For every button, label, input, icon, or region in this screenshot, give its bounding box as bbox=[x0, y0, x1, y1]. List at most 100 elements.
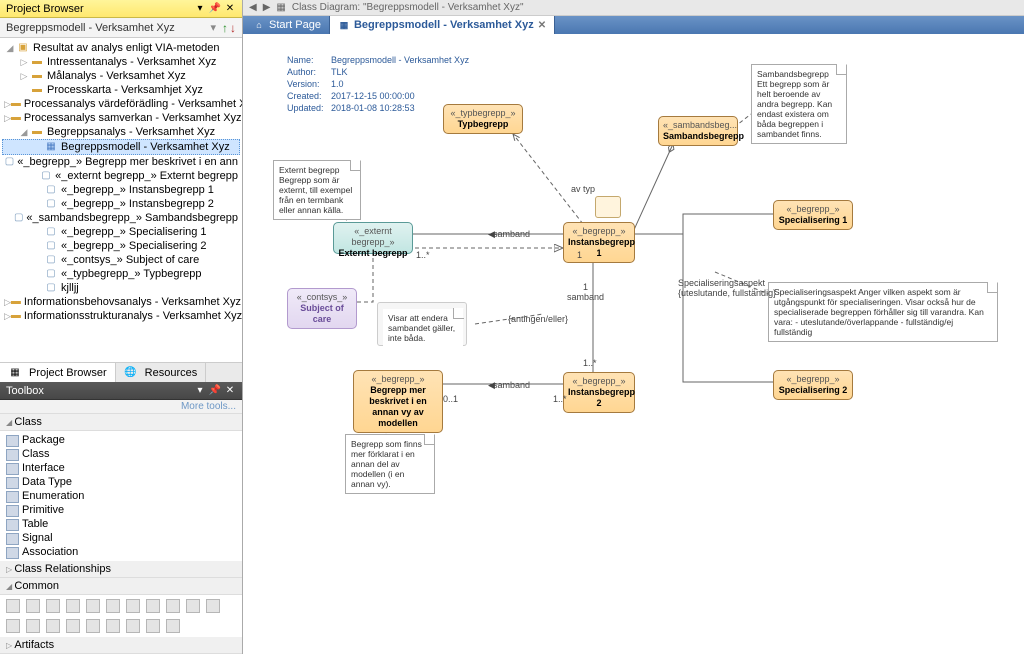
uml-specialisering-1[interactable]: «_begrepp_» Specialisering 1 bbox=[773, 200, 853, 230]
common-tool-icon[interactable] bbox=[86, 619, 100, 633]
label-samband2: samband bbox=[493, 380, 530, 390]
tree-item[interactable]: ▢«_contsys_» Subject of care bbox=[2, 253, 240, 267]
more-tools-link[interactable]: More tools... bbox=[0, 400, 242, 414]
toolbox-item-signal[interactable]: Signal bbox=[0, 531, 242, 545]
diagram-canvas[interactable]: Name:Begreppsmodell - Verksamhet Xyz Aut… bbox=[243, 34, 1024, 654]
common-tool-icon[interactable] bbox=[166, 599, 180, 613]
tree-item[interactable]: ▦Begreppsmodell - Verksamhet Xyz bbox=[2, 139, 240, 155]
toolbox-item-data-type[interactable]: Data Type bbox=[0, 475, 242, 489]
tree-root[interactable]: ◢▣ Resultat av analys enligt VIA-metoden bbox=[2, 41, 240, 55]
tree-item[interactable]: ▷▬Intressentanalys - Verksamhet Xyz bbox=[2, 55, 240, 69]
common-tool-icon[interactable] bbox=[86, 599, 100, 613]
nav-right-icon[interactable]: ▶ bbox=[263, 2, 271, 13]
toolbox-item-interface[interactable]: Interface bbox=[0, 461, 242, 475]
common-tool-icon[interactable] bbox=[46, 599, 60, 613]
uml-externt-begrepp[interactable]: «_externt begrepp_» Externt begrepp bbox=[333, 222, 413, 254]
toolbox-item-association[interactable]: Association bbox=[0, 545, 242, 559]
diag-icon: ▦ bbox=[44, 141, 58, 153]
note-begrepp-mer[interactable]: Begrepp som finns mer förklarat i en ann… bbox=[345, 434, 435, 494]
tree-item[interactable]: ▢«_sambandsbegrepp_» Sambandsbegrepp bbox=[2, 211, 240, 225]
tab-resources[interactable]: 🌐 Resources bbox=[116, 363, 207, 382]
common-tool-icon[interactable] bbox=[46, 619, 60, 633]
toolbox-group-class[interactable]: Class bbox=[0, 414, 242, 431]
common-tool-icon[interactable] bbox=[106, 619, 120, 633]
common-tool-icon[interactable] bbox=[146, 619, 160, 633]
qualifier-avtyp[interactable] bbox=[595, 196, 621, 218]
uml-subject-of-care[interactable]: «_contsys_» Subject of care bbox=[287, 288, 357, 329]
tree-item[interactable]: ▷▬Målanalys - Verksamhet Xyz bbox=[2, 69, 240, 83]
tree-item[interactable]: ▢«_typbegrepp_» Typbegrepp bbox=[2, 267, 240, 281]
tree-item[interactable]: ▢«_begrepp_» Specialisering 1 bbox=[2, 225, 240, 239]
common-tool-icon[interactable] bbox=[126, 599, 140, 613]
uml-specialisering-2[interactable]: «_begrepp_» Specialisering 2 bbox=[773, 370, 853, 400]
common-tool-icon[interactable] bbox=[186, 599, 200, 613]
tree-item-label: Begreppsanalys - Verksamhet Xyz bbox=[47, 125, 215, 139]
pin-icon[interactable]: 📌 bbox=[209, 3, 221, 15]
tree-item[interactable]: ▢«_begrepp_» Instansbegrepp 2 bbox=[2, 197, 240, 211]
toolbox-item-primitive[interactable]: Primitive bbox=[0, 503, 242, 517]
tab-start-page[interactable]: ⌂ Start Page bbox=[245, 16, 330, 34]
dropdown-icon[interactable]: ▾ bbox=[194, 3, 206, 15]
browser-toolbar: Begreppsmodell - Verksamhet Xyz ▾ ↑ ↓ bbox=[0, 18, 242, 38]
nav-left-icon[interactable]: ◀ bbox=[249, 2, 257, 13]
toolbox-group-common[interactable]: Common bbox=[0, 578, 242, 595]
tree-item[interactable]: ▷▬Processanalys samverkan - Verksamhet X… bbox=[2, 111, 240, 125]
toolbox-item-class[interactable]: Class bbox=[0, 447, 242, 461]
note-externt[interactable]: Externt begrepp Begrepp som är externt, … bbox=[273, 160, 361, 220]
common-tool-icon[interactable] bbox=[26, 599, 40, 613]
common-tool-icon[interactable] bbox=[206, 599, 220, 613]
uml-sambandsbegrepp[interactable]: «_sambandsbeg... Sambandsbegrepp bbox=[658, 116, 738, 146]
common-tool-icon[interactable] bbox=[106, 599, 120, 613]
tab-close-icon[interactable]: ✕ bbox=[538, 20, 546, 31]
tree-item[interactable]: ▷▬Informationsbehovsanalys - Verksamhet … bbox=[2, 295, 240, 309]
note-endera[interactable]: Visar att endera sambandet gäller, inte … bbox=[383, 309, 463, 347]
close-icon[interactable]: ✕ bbox=[224, 3, 236, 15]
elem-icon: ▢ bbox=[44, 184, 58, 196]
common-tool-icon[interactable] bbox=[66, 619, 80, 633]
note-specialiseringsaspekt[interactable]: Specialiseringsaspekt Anger vilken aspek… bbox=[768, 282, 998, 342]
tree-item[interactable]: ◢▬Begreppsanalys - Verksamhet Xyz bbox=[2, 125, 240, 139]
tree-item-label: «_contsys_» Subject of care bbox=[61, 253, 199, 267]
uml-typbegrepp[interactable]: «_typbegrepp_» Typbegrepp bbox=[443, 104, 523, 134]
tree-item[interactable]: ▢«_externt begrepp_» Externt begrepp bbox=[2, 169, 240, 183]
tree-item[interactable]: ▷▬Processanalys värdeförädling - Verksam… bbox=[2, 97, 240, 111]
dropdown-icon[interactable]: ▾ bbox=[194, 385, 206, 397]
move-up-icon[interactable]: ↑ bbox=[222, 21, 228, 35]
toolbox-item-enumeration[interactable]: Enumeration bbox=[0, 489, 242, 503]
pin-icon[interactable]: 📌 bbox=[209, 385, 221, 397]
tree-item[interactable]: ▢«_begrepp_» Specialisering 2 bbox=[2, 239, 240, 253]
common-tool-icon[interactable] bbox=[26, 619, 40, 633]
common-tool-icon[interactable] bbox=[166, 619, 180, 633]
tree-item-label: «_externt begrepp_» Externt begrepp bbox=[55, 169, 238, 183]
tree-item[interactable]: ▷▬Informationsstrukturanalys - Verksamhe… bbox=[2, 309, 240, 323]
project-tree[interactable]: ◢▣ Resultat av analys enligt VIA-metoden… bbox=[0, 38, 242, 362]
toolbox-group-artifacts[interactable]: Artifacts bbox=[0, 637, 242, 654]
toolbox-item-table[interactable]: Table bbox=[0, 517, 242, 531]
uml-begrepp-mer[interactable]: «_begrepp_» Begrepp mer beskrivet i en a… bbox=[353, 370, 443, 433]
toolbox-item-package[interactable]: Package bbox=[0, 433, 242, 447]
tree-item[interactable]: ▢kjlljj bbox=[2, 281, 240, 295]
tree-item-label: «_typbegrepp_» Typbegrepp bbox=[61, 267, 201, 281]
uml-instansbegrepp-2[interactable]: «_begrepp_» Instansbegrepp 2 bbox=[563, 372, 635, 413]
tree-item[interactable]: ▢«_begrepp_» Instansbegrepp 1 bbox=[2, 183, 240, 197]
tab-diagram-active[interactable]: ▦ Begreppsmodell - Verksamhet Xyz ✕ bbox=[330, 16, 555, 34]
uml-instansbegrepp-1[interactable]: «_begrepp_» Instansbegrepp 1 bbox=[563, 222, 635, 263]
diagram-breadcrumb: Class Diagram: "Begreppsmodell - Verksam… bbox=[292, 2, 524, 13]
common-tool-icon[interactable] bbox=[146, 599, 160, 613]
common-tool-icon[interactable] bbox=[126, 619, 140, 633]
common-tool-icon[interactable] bbox=[6, 599, 20, 613]
toolbox-group-relationships[interactable]: Class Relationships bbox=[0, 561, 242, 578]
elem-icon: ▢ bbox=[5, 156, 14, 168]
common-tool-icon[interactable] bbox=[6, 619, 20, 633]
toolbox-title: Toolbox bbox=[6, 385, 190, 397]
common-tool-icon[interactable] bbox=[66, 599, 80, 613]
close-icon[interactable]: ✕ bbox=[224, 385, 236, 397]
tree-item[interactable]: ▢«_begrepp_» Begrepp mer beskrivet i en … bbox=[2, 155, 240, 169]
move-down-icon[interactable]: ↓ bbox=[230, 21, 236, 35]
note-sambandsbegrepp[interactable]: Sambandsbegrepp Ett begrepp som är helt … bbox=[751, 64, 847, 144]
tree-item-label: «_begrepp_» Instansbegrepp 2 bbox=[61, 197, 214, 211]
tree-item[interactable]: ▬Processkarta - Verksamhjet Xyz bbox=[2, 83, 240, 97]
tab-project-browser[interactable]: ▦ Project Browser bbox=[0, 363, 116, 382]
chevron-down-icon[interactable]: ▾ bbox=[210, 21, 216, 34]
folder-icon: ▬ bbox=[11, 112, 21, 124]
